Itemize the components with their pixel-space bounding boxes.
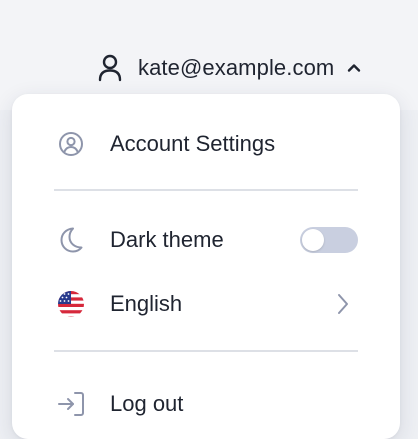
user-menu-trigger[interactable]: kate@example.com [96, 50, 362, 86]
toggle-knob [302, 229, 324, 251]
menu-item-label: Dark theme [110, 227, 224, 252]
menu-item-label: English [110, 291, 183, 316]
user-circle-icon [54, 127, 88, 161]
user-email: kate@example.com [138, 55, 335, 80]
menu-item-label: Account Settings [110, 131, 276, 156]
divider [54, 350, 358, 352]
menu-item-dark-theme[interactable]: Dark theme [54, 220, 358, 260]
dark-theme-toggle[interactable] [300, 227, 358, 253]
menu-item-language[interactable]: English [54, 284, 358, 324]
chevron-up-icon [346, 60, 362, 76]
user-icon [96, 53, 124, 83]
menu-item-logout[interactable]: Log out [54, 384, 358, 424]
user-dropdown-menu: Account Settings Dark theme English Log … [12, 94, 400, 439]
moon-icon [54, 223, 88, 257]
divider [54, 189, 358, 191]
chevron-right-icon [336, 292, 358, 316]
us-flag-icon [54, 287, 88, 321]
menu-item-account-settings[interactable]: Account Settings [54, 124, 358, 164]
menu-item-label: Log out [110, 391, 184, 416]
logout-icon [54, 387, 88, 421]
